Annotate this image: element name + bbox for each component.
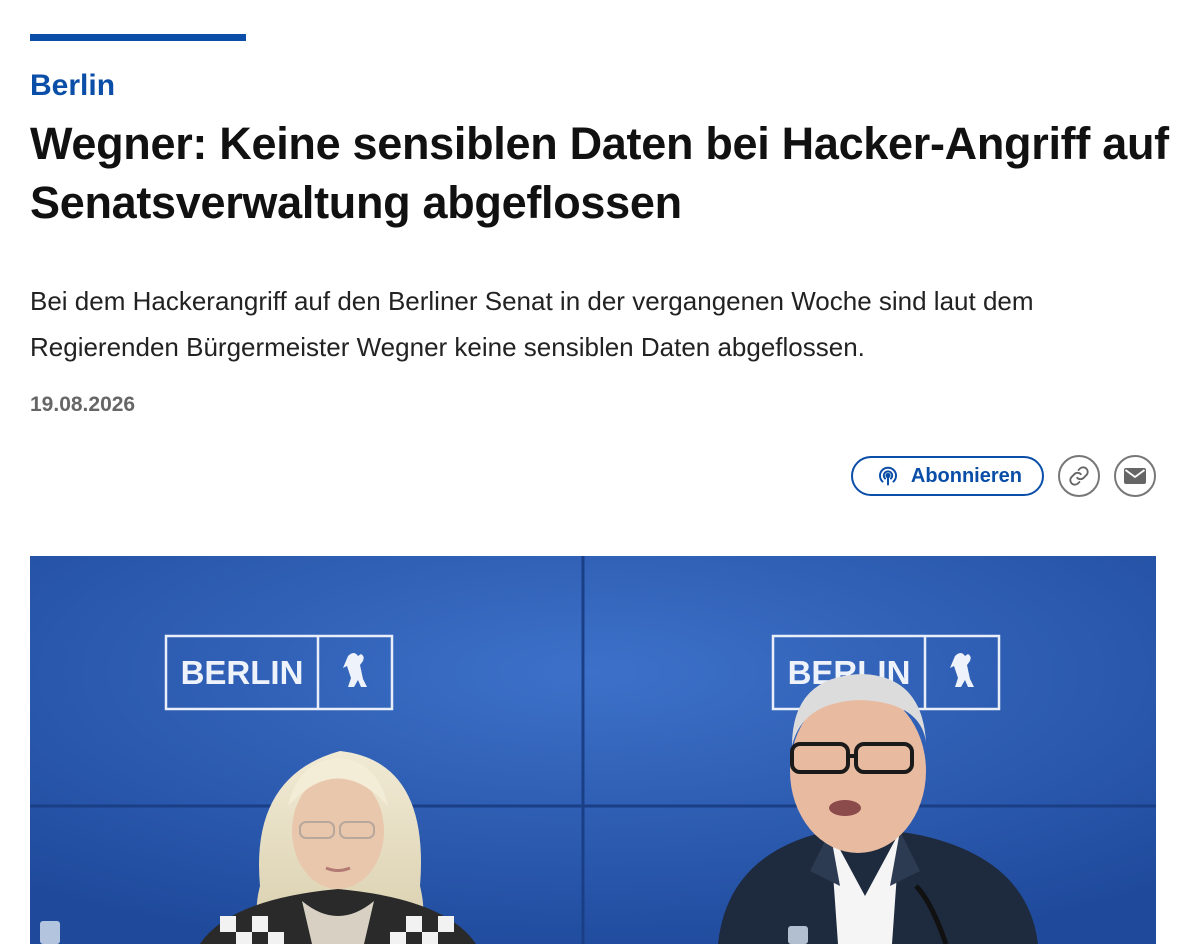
article-headline: Wegner: Keine sensiblen Daten bei Hacker…: [30, 118, 1169, 228]
mail-icon: [1123, 466, 1147, 486]
article-hero-image: BERLIN BERLIN: [30, 556, 1156, 944]
section-kicker-link[interactable]: Berlin: [30, 68, 115, 104]
copy-link-button[interactable]: [1058, 455, 1100, 497]
article-date: 19.08.2026: [30, 393, 136, 416]
article-actions: Abonnieren: [850, 455, 1156, 497]
podcast-icon: [875, 463, 901, 489]
section-accent-rule: [30, 34, 246, 41]
backdrop-text-left: BERLIN: [181, 654, 304, 691]
email-share-button[interactable]: [1114, 455, 1156, 497]
subscribe-label: Abonnieren: [910, 464, 1022, 487]
link-icon: [1068, 465, 1090, 487]
article-teaser: Bei dem Hackerangriff auf den Berliner S…: [30, 286, 1034, 362]
subscribe-button[interactable]: Abonnieren: [850, 456, 1044, 496]
